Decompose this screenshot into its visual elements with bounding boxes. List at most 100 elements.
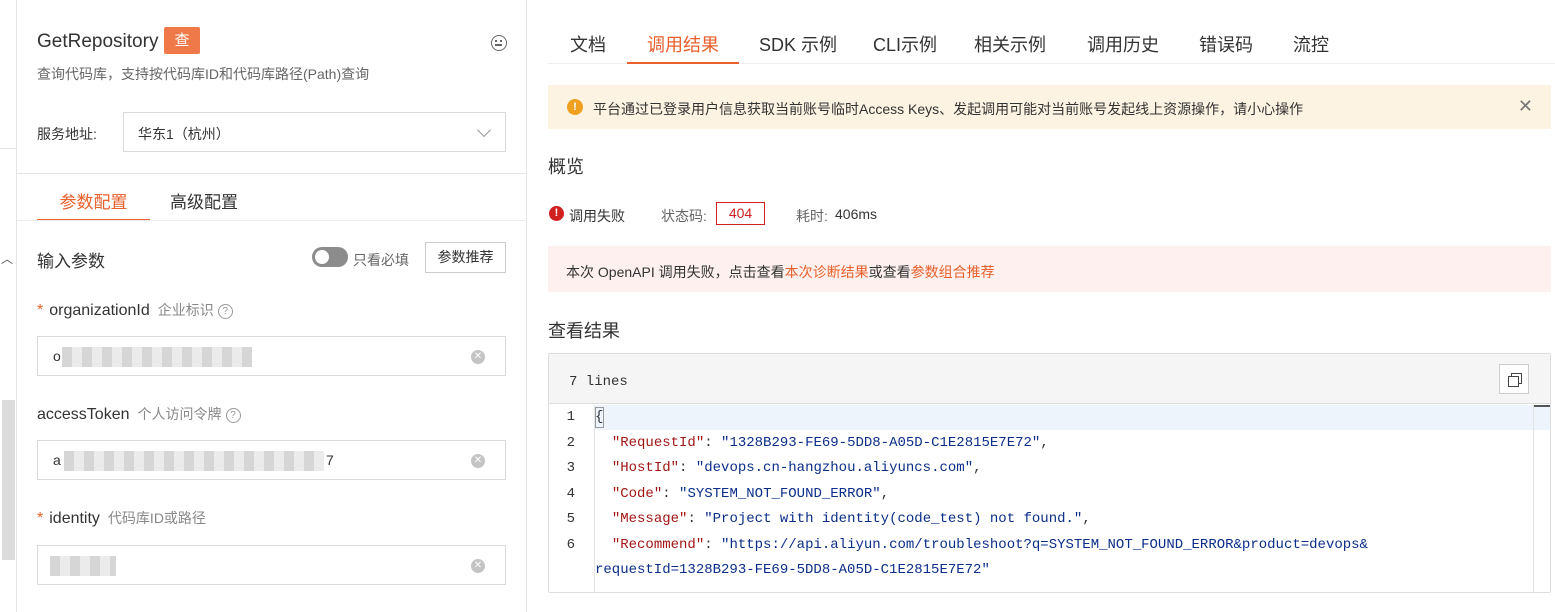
params-panel: GetRepository 查 查询代码库，支持按代码库ID和代码库路径(Pat… [17, 0, 527, 612]
help-icon[interactable]: ? [217, 304, 233, 319]
code-line: "Message": "Project with identity(code_t… [611, 511, 1091, 527]
field-name: organizationId [49, 302, 150, 319]
close-icon[interactable]: ✕ [1518, 97, 1533, 115]
strip-divider [0, 148, 17, 149]
warning-text: 平台通过已登录用户信息获取当前账号临时Access Keys、发起调用可能对当前… [593, 101, 1304, 117]
left-collapsed-strip: ︿ [0, 0, 17, 612]
tab-advanced-config[interactable]: 高级配置 [170, 188, 238, 221]
redaction-mask [64, 451, 324, 471]
clear-icon[interactable]: ✕ [471, 350, 485, 364]
tabs-underline [17, 220, 527, 221]
chevron-up-icon[interactable]: ︿ [1, 250, 13, 267]
code-editor[interactable]: 1 2 3 4 5 6 { "RequestId": "1328B293-FE6… [549, 405, 1550, 592]
field-label-organizationId: * organizationId 企业标识? [37, 300, 233, 320]
field-desc: 企业标识 [157, 302, 214, 318]
redaction-mask [50, 556, 116, 576]
copy-icon[interactable] [1499, 364, 1529, 394]
diagnosis-banner: 本次 OpenAPI 调用失败，点击查看本次诊断结果或查看参数组合推荐 [548, 246, 1551, 292]
status-code-label: 状态码: [661, 208, 707, 224]
tab-error-codes[interactable]: 错误码 [1199, 31, 1253, 64]
elapsed-label: 耗时: [796, 208, 828, 224]
lines-count: 7 lines [569, 374, 628, 390]
required-asterisk: * [37, 302, 44, 319]
json-value-code: SYSTEM_NOT_FOUND_ERROR [687, 486, 873, 502]
field-name: accessToken [37, 406, 130, 423]
divider [17, 173, 527, 174]
clear-icon[interactable]: ✕ [471, 559, 485, 573]
status-row: ! 调用失败 状态码: 404 耗时: 406ms [548, 202, 1148, 225]
vertical-scrollbar[interactable] [1533, 405, 1550, 592]
diagnosis-result-link[interactable]: 本次诊断结果 [785, 264, 869, 280]
required-only-toggle[interactable] [312, 247, 348, 267]
organizationId-input[interactable]: o ✕ [37, 336, 506, 376]
diagnosis-text: 本次 OpenAPI 调用失败，点击查看本次诊断结果或查看参数组合推荐 [566, 262, 995, 282]
input-params-title: 输入参数 [37, 252, 105, 271]
required-asterisk: * [37, 510, 44, 527]
tab-param-config[interactable]: 参数配置 [37, 188, 150, 221]
help-icon[interactable]: ? [225, 408, 241, 423]
field-name: identity [49, 510, 100, 527]
diagnosis-middle: 或查看 [868, 264, 911, 280]
code-line: requestId=1328B293-FE69-5DD8-A05D-C1E281… [595, 562, 990, 578]
diagnosis-prefix: 本次 OpenAPI 调用失败，点击查看 [566, 264, 785, 280]
tab-sdk-example[interactable]: SDK 示例 [759, 31, 837, 64]
line-number: 3 [566, 460, 575, 476]
warning-banner: ! 平台通过已登录用户信息获取当前账号临时Access Keys、发起调用可能对… [548, 85, 1551, 129]
active-tab-indicator [627, 62, 739, 64]
status-code-badge: 404 [716, 202, 765, 225]
view-result-title: 查看结果 [548, 321, 620, 341]
field-value-visible-suffix: 7 [326, 452, 334, 468]
param-recommend-button[interactable]: 参数推荐 [425, 242, 506, 273]
code-header: 7 lines [549, 354, 1550, 404]
tab-call-history[interactable]: 调用历史 [1087, 31, 1159, 64]
elapsed-value: 406ms [835, 206, 878, 222]
service-address-select[interactable]: 华东1（杭州） [123, 112, 506, 152]
field-label-accessToken: accessToken 个人访问令牌? [37, 404, 241, 424]
tab-related-examples[interactable]: 相关示例 [974, 31, 1046, 64]
code-line: { [595, 409, 604, 425]
line-number: 2 [566, 435, 575, 451]
app-root: ︿ GetRepository 查 查询代码库，支持按代码库ID和代码库路径(P… [0, 0, 1555, 612]
tab-flow-control[interactable]: 流控 [1293, 31, 1329, 64]
param-combination-link[interactable]: 参数组合推荐 [911, 264, 995, 280]
json-value-recommend: https://api.aliyun.com/troubleshoot?q=SY… [729, 537, 1368, 553]
tab-cli-example[interactable]: CLI示例 [873, 31, 937, 64]
api-title: GetRepository [37, 31, 159, 52]
field-value-visible: a [53, 452, 61, 468]
json-value-hostid: devops.cn-hangzhou.aliyuncs.com [704, 460, 965, 476]
line-number: 6 [566, 537, 575, 553]
feedback-smile-icon[interactable] [491, 35, 507, 51]
chevron-down-icon [476, 122, 492, 138]
code-line: "Code": "SYSTEM_NOT_FOUND_ERROR", [611, 486, 890, 502]
field-label-identity: * identity 代码库ID或路径 [37, 508, 206, 528]
field-desc: 个人访问令牌 [137, 406, 222, 422]
line-number: 1 [566, 409, 575, 425]
required-only-label: 只看必填 [353, 252, 409, 268]
clear-icon[interactable]: ✕ [471, 454, 485, 468]
accessToken-input[interactable]: a 7 ✕ [37, 440, 506, 480]
json-value-recommend-cont: requestId=1328B293-FE69-5DD8-A05D-C1E281… [595, 562, 982, 578]
response-code-panel: 7 lines 1 2 3 4 5 6 { "RequestId": "1328… [548, 353, 1551, 593]
tab-docs[interactable]: 文档 [570, 31, 606, 64]
api-description: 查询代码库，支持按代码库ID和代码库路径(Path)查询 [37, 66, 370, 82]
redaction-mask [62, 347, 252, 367]
code-line: "HostId": "devops.cn-hangzhou.aliyuncs.c… [611, 460, 982, 476]
service-address-value: 华东1（杭州） [138, 126, 230, 142]
line-number: 4 [566, 486, 575, 502]
line-number: 5 [566, 511, 575, 527]
code-line: "RequestId": "1328B293-FE69-5DD8-A05D-C1… [611, 435, 1049, 451]
field-desc: 代码库ID或路径 [107, 510, 206, 526]
active-line-highlight [594, 405, 1550, 430]
service-address-label: 服务地址: [37, 126, 97, 142]
warning-icon: ! [567, 99, 583, 115]
tab-call-result[interactable]: 调用结果 [647, 31, 719, 64]
json-value-requestid: 1328B293-FE69-5DD8-A05D-C1E2815E7E72 [729, 435, 1032, 451]
scrollbar-thumb[interactable] [2, 400, 15, 560]
api-type-badge: 查 [164, 27, 200, 54]
call-result-status: 调用失败 [569, 208, 625, 224]
json-value-message: Project with identity(code_test) not fou… [712, 511, 1074, 527]
result-panel: 文档 调用结果 SDK 示例 CLI示例 相关示例 调用历史 错误码 流控 ! … [548, 0, 1555, 612]
code-line: "Recommend": "https://api.aliyun.com/tro… [611, 537, 1368, 553]
error-icon: ! [549, 206, 564, 221]
identity-input[interactable]: ✕ [37, 545, 506, 585]
